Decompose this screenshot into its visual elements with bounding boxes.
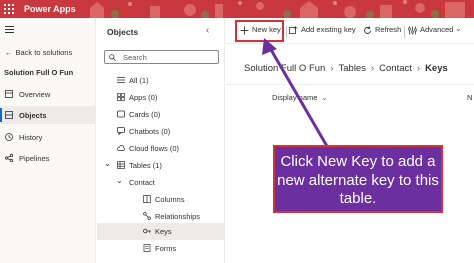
add-existing-key-label: Add existing key bbox=[301, 25, 356, 34]
tree-item-label: Cloud flows (0) bbox=[129, 144, 180, 153]
advanced-icon bbox=[408, 26, 417, 35]
app-header: Power Apps bbox=[0, 0, 474, 18]
column-header-2[interactable]: N bbox=[467, 93, 472, 102]
tree-item-label: Apps (0) bbox=[129, 93, 158, 102]
nav-item-label: Pipelines bbox=[19, 154, 50, 163]
breadcrumb-separator-icon: › bbox=[416, 63, 421, 74]
solution-name: Solution Full O Fun bbox=[4, 68, 74, 77]
forms-icon bbox=[143, 244, 151, 252]
tree-item-keys[interactable]: Keys bbox=[97, 223, 224, 240]
cards-icon bbox=[117, 110, 125, 118]
tree-item-label: All (1) bbox=[129, 76, 149, 85]
chatbot-icon bbox=[117, 127, 125, 135]
nav-item-label: History bbox=[19, 133, 43, 142]
cloud-flow-icon bbox=[117, 145, 125, 151]
tree-item-label: Contact bbox=[129, 178, 155, 187]
new-key-highlight bbox=[235, 20, 284, 42]
objects-icon bbox=[5, 111, 13, 119]
pipelines-icon bbox=[5, 154, 13, 162]
divider bbox=[226, 84, 474, 85]
columns-icon bbox=[143, 195, 151, 203]
command-separator bbox=[404, 26, 405, 38]
hamburger-menu-icon[interactable] bbox=[5, 26, 14, 34]
breadcrumb-contact[interactable]: Contact bbox=[379, 63, 412, 74]
tree-item-label: Cards (0) bbox=[129, 110, 161, 119]
add-existing-icon bbox=[289, 26, 298, 34]
tree-item-label: Columns bbox=[155, 195, 185, 204]
chevron-down-icon[interactable]: ⌄ bbox=[116, 176, 123, 185]
overview-icon bbox=[5, 90, 13, 98]
tree-item-all[interactable]: All (1) bbox=[97, 72, 224, 89]
tree-item-forms[interactable]: Forms bbox=[97, 240, 224, 257]
breadcrumb-tables[interactable]: Tables bbox=[339, 63, 366, 74]
apps-icon bbox=[117, 93, 125, 101]
advanced-label: Advanced bbox=[420, 25, 454, 34]
back-to-solutions-label: Back to solutions bbox=[15, 48, 73, 57]
breadcrumb: Solution Full O Fun › Tables › Contact › Keys bbox=[244, 63, 448, 74]
chevron-down-icon: ⌄ bbox=[455, 24, 462, 33]
column-header-display-name[interactable]: Display name ⌄ bbox=[272, 93, 328, 102]
breadcrumb-separator-icon: › bbox=[370, 63, 375, 74]
nav-item-overview[interactable]: Overview bbox=[0, 85, 96, 103]
add-existing-key-button[interactable]: Add existing key bbox=[289, 25, 361, 37]
callout-text: Click New Key to add a new alternate key… bbox=[277, 153, 439, 207]
refresh-icon bbox=[364, 26, 371, 34]
nav-item-history[interactable]: History bbox=[0, 128, 96, 146]
table-icon bbox=[117, 161, 125, 169]
back-arrow-icon: ← bbox=[5, 48, 13, 57]
back-to-solutions-link[interactable]: ← Back to solutions bbox=[5, 48, 72, 57]
tree-item-tables[interactable]: ⌄ Tables (1) bbox=[97, 157, 224, 174]
tree-item-cards[interactable]: Cards (0) bbox=[97, 106, 224, 123]
relationships-icon bbox=[143, 212, 151, 220]
nav-item-objects[interactable]: Objects bbox=[0, 106, 96, 124]
tree-item-label: Chatbots (0) bbox=[129, 127, 171, 136]
nav-item-label: Overview bbox=[19, 90, 51, 99]
objects-title: Objects bbox=[107, 27, 139, 37]
objects-search-input[interactable]: Search bbox=[104, 50, 219, 64]
refresh-button[interactable]: Refresh bbox=[363, 25, 403, 37]
tree-item-cloud-flows[interactable]: Cloud flows (0) bbox=[97, 140, 224, 157]
history-icon bbox=[5, 133, 13, 141]
tree-item-label: Keys bbox=[155, 227, 172, 236]
left-navigation: ← Back to solutions Solution Full O Fun O… bbox=[0, 18, 96, 263]
app-launcher-icon[interactable] bbox=[4, 4, 14, 14]
chevron-down-icon[interactable]: ⌄ bbox=[104, 159, 111, 168]
collapse-pane-chevron-left-icon[interactable]: ‹ bbox=[206, 25, 209, 36]
list-icon bbox=[117, 77, 125, 83]
breadcrumb-current: Keys bbox=[425, 63, 448, 74]
tree-item-label: Tables (1) bbox=[129, 161, 162, 170]
tree-item-chatbots[interactable]: Chatbots (0) bbox=[97, 123, 224, 140]
advanced-button[interactable]: Advanced ⌄ bbox=[408, 24, 464, 37]
column-header-label: Display name bbox=[272, 93, 318, 102]
nav-item-label: Objects bbox=[19, 111, 47, 120]
tree-item-label: Forms bbox=[155, 244, 177, 253]
search-icon bbox=[109, 54, 116, 61]
nav-item-pipelines[interactable]: Pipelines bbox=[0, 149, 96, 167]
tree-item-contact[interactable]: ⌄ Contact bbox=[97, 174, 224, 191]
objects-pane: Objects ‹ Search All (1) Apps (0) Cards … bbox=[97, 18, 225, 263]
tree-item-label: Relationships bbox=[155, 212, 201, 221]
instruction-callout: Click New Key to add a new alternate key… bbox=[273, 145, 443, 213]
sort-chevron-down-icon: ⌄ bbox=[319, 93, 328, 102]
refresh-label: Refresh bbox=[375, 25, 402, 34]
tree-item-apps[interactable]: Apps (0) bbox=[97, 89, 224, 106]
search-placeholder: Search bbox=[123, 53, 147, 62]
command-separator bbox=[286, 26, 287, 38]
breadcrumb-solution[interactable]: Solution Full O Fun bbox=[244, 63, 325, 74]
key-icon bbox=[143, 228, 151, 234]
breadcrumb-separator-icon: › bbox=[330, 63, 334, 74]
tree-item-columns[interactable]: Columns bbox=[97, 191, 224, 208]
app-title: Power Apps bbox=[24, 4, 76, 14]
